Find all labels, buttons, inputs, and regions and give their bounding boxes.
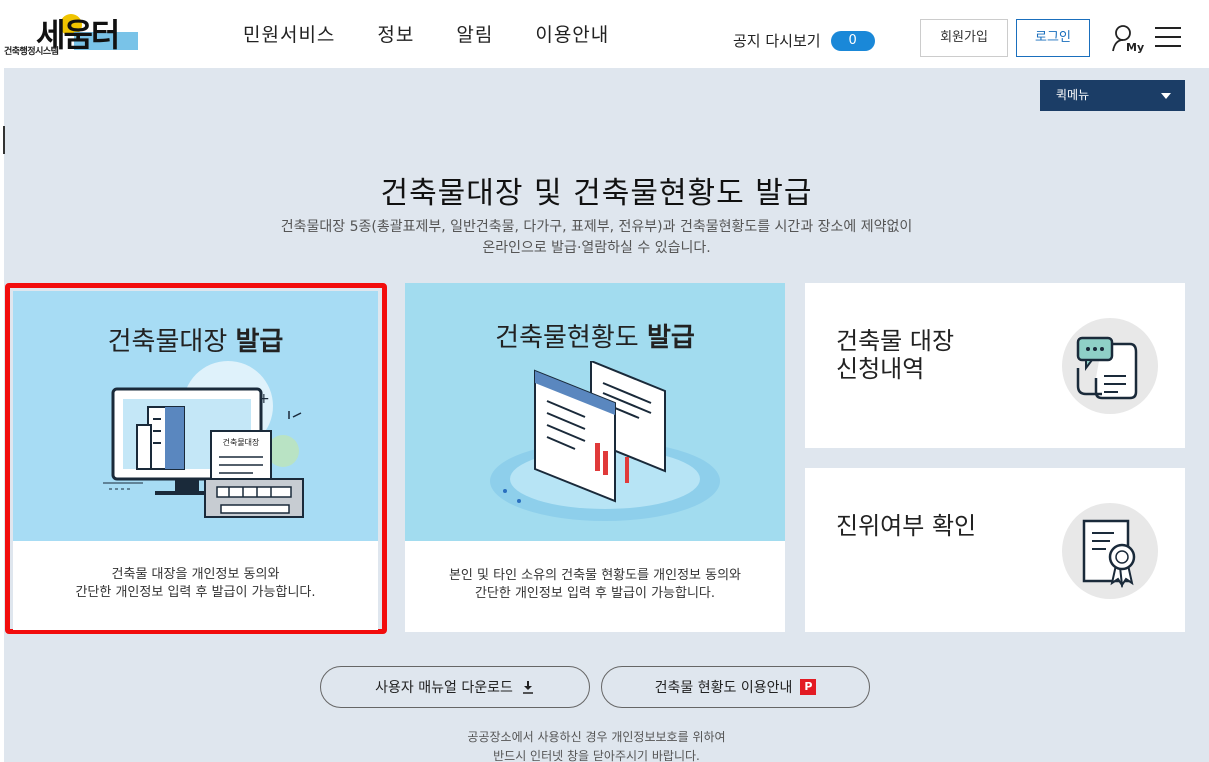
nav-item-notice[interactable]: 알림 [456,20,493,47]
my-page-icon[interactable]: My [1111,24,1145,54]
nav-item-guide[interactable]: 이용안내 [535,20,609,47]
download-icon [522,681,533,694]
nav-item-info[interactable]: 정보 [377,20,414,47]
status-map-guide-label: 건축물 현황도 이용안내 [654,680,793,696]
svg-text:+: + [258,391,270,407]
main-nav: 민원서비스 정보 알림 이용안내 [243,20,609,47]
left-scroll-marker [3,126,5,154]
desc-line2: 간단한 개인정보 입력 후 발급이 가능합니다. [474,586,716,601]
building-register-issue-desc: 건축물 대장을 개인정보 동의와 간단한 개인정보 입력 후 발급이 가능합니다… [13,566,378,602]
title-line1: 건축물 대장 [836,327,955,355]
hamburger-menu-icon[interactable] [1155,27,1181,49]
authenticity-check-title: 진위여부 확인 [836,512,977,540]
doc-label: 건축물대장 [223,437,260,447]
building-register-issue-title: 건축물대장 발급 [107,327,284,357]
desc-line1: 건축물 대장을 개인정보 동의와 [111,567,280,582]
join-button[interactable]: 회원가입 [920,19,1008,57]
building-register-issue-card[interactable]: 건축물대장 발급 건축물대장 + 건축물 대장을 개인정보 동의와 간단한 개인… [13,291,378,630]
privacy-notice: 공공장소에서 사용하신 경우 개인정보보호를 위하여 반드시 인터넷 창을 닫아… [0,728,1193,762]
page-description-line1: 건축물대장 5종(총괄표제부, 일반건축물, 다가구, 표제부, 전유부)과 건… [280,219,913,235]
notice-replay-label: 공지 다시보기 [733,32,821,50]
desc-line1: 본인 및 타인 소유의 건축물 현황도를 개인정보 동의와 [448,568,742,583]
quick-menu-label: 퀵메뉴 [1056,88,1090,102]
privacy-notice-line1: 공공장소에서 사용하신 경우 개인정보보호를 위하여 [467,730,726,744]
page-description-line2: 온라인으로 발급·열람하실 수 있습니다. [482,240,711,256]
quick-menu-dropdown[interactable]: 퀵메뉴 [1040,80,1185,111]
notice-count-badge[interactable]: 0 [830,30,875,51]
my-label: My [1126,41,1144,54]
desc-line2: 간단한 개인정보 입력 후 발급이 가능합니다. [75,585,316,600]
building-status-map-issue-title: 건축물현황도 발급 [495,323,695,353]
pdf-icon: P [800,679,817,695]
building-register-visual: 건축물대장 발급 건축물대장 + [13,291,378,541]
chevron-down-icon [1161,93,1171,99]
login-button[interactable]: 로그인 [1016,19,1090,57]
notice-replay[interactable]: 공지 다시보기 0 [733,30,875,51]
manual-download-button[interactable]: 사용자 매뉴얼 다운로드 [320,666,590,708]
computer-document-illustration: 건축물대장 + [103,361,304,518]
logo-title: 세움터 [36,16,120,54]
manual-download-label: 사용자 매뉴얼 다운로드 [375,680,513,696]
application-history-card[interactable]: 건축물 대장 신청내역 [805,283,1185,448]
privacy-notice-line2: 반드시 인터넷 창을 닫아주시기 바랍니다. [493,749,700,762]
page-title: 건축물대장 및 건축물현황도 발급 [380,176,813,211]
title-line2: 신청내역 [836,355,925,383]
application-history-title: 건축물 대장 신청내역 [836,327,954,383]
document-stack-illustration [490,361,720,521]
building-status-map-visual: 건축물현황도 발급 [405,283,785,541]
status-map-guide-button[interactable]: 건축물 현황도 이용안내 P [601,666,870,708]
site-header: 세움터 건축행정시스템 민원서비스 정보 알림 이용안내 공지 다시보기 0 회… [0,0,1209,68]
certificate-icon [1062,503,1158,599]
document-chat-icon [1062,318,1158,414]
authenticity-check-card[interactable]: 진위여부 확인 [805,468,1185,632]
building-status-map-issue-desc: 본인 및 타인 소유의 건축물 현황도를 개인정보 동의와 간단한 개인정보 입… [405,567,785,603]
building-status-map-issue-card[interactable]: 건축물현황도 발급 본인 및 타인 소유의 건축물 현황도를 개인정보 동의와 … [405,283,785,632]
page-description: 건축물대장 5종(총괄표제부, 일반건축물, 다가구, 표제부, 전유부)과 건… [0,217,1193,259]
nav-item-civil-service[interactable]: 민원서비스 [243,20,335,47]
site-logo[interactable]: 세움터 건축행정시스템 [4,10,144,58]
